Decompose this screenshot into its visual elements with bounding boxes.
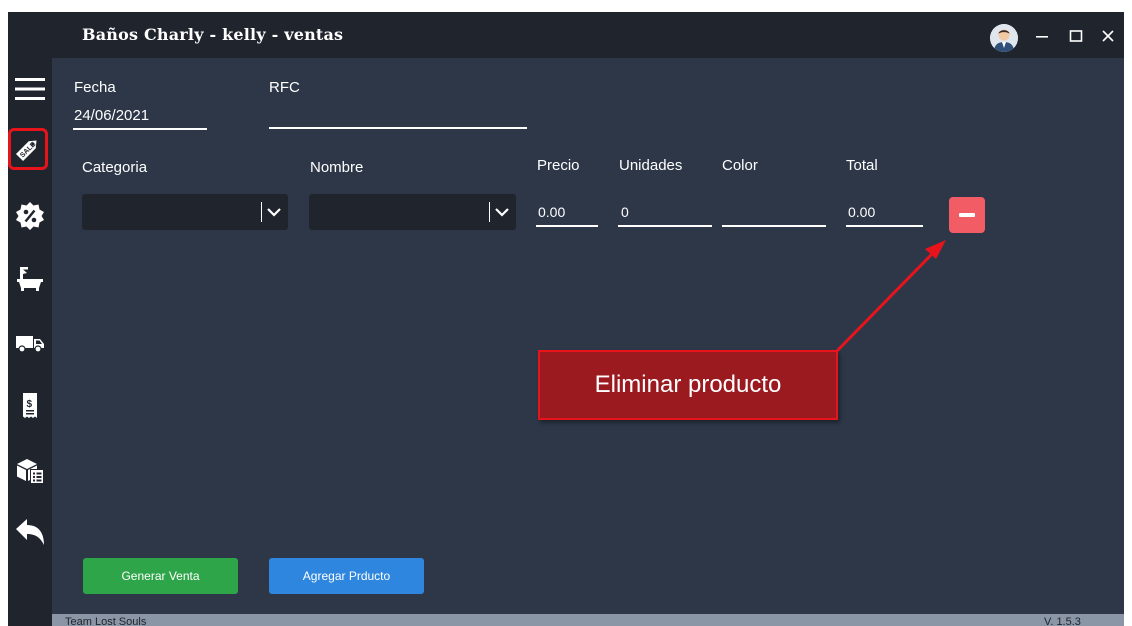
discount-icon[interactable] [12, 198, 48, 234]
remove-product-button[interactable] [949, 197, 985, 233]
dropdown-separator [261, 202, 262, 222]
bathtub-icon[interactable] [12, 260, 48, 296]
menu-icon[interactable] [12, 71, 48, 107]
annotation-callout: Eliminar producto [538, 350, 838, 420]
generar-venta-button[interactable]: Generar Venta [83, 558, 238, 594]
categoria-dropdown[interactable] [82, 194, 288, 230]
user-avatar-icon[interactable] [990, 24, 1018, 52]
app-window: Baños Charly - kelly - ventas SALE $ Fec… [8, 12, 1124, 626]
precio-label: Precio [537, 157, 580, 174]
minimize-button[interactable] [1030, 24, 1054, 48]
agregar-producto-button[interactable]: Agregar Prducto [269, 558, 424, 594]
fecha-underline [73, 128, 207, 130]
nombre-dropdown[interactable] [309, 194, 516, 230]
title-bar: Baños Charly - kelly - ventas [8, 12, 1124, 58]
chevron-down-icon [267, 208, 281, 217]
receipt-icon[interactable]: $ [12, 388, 48, 424]
dropdown-separator [489, 202, 490, 222]
fecha-field[interactable]: 24/06/2021 [74, 107, 149, 124]
nombre-label: Nombre [310, 159, 364, 176]
precio-underline [536, 225, 598, 227]
truck-icon[interactable] [12, 324, 48, 360]
team-label: Team Lost Souls [65, 616, 147, 626]
color-label: Color [722, 157, 758, 174]
sidebar: SALE $ [8, 58, 52, 626]
color-underline [722, 225, 826, 227]
unidades-underline [618, 225, 712, 227]
fecha-label: Fecha [74, 79, 116, 96]
back-arrow-icon[interactable] [12, 514, 48, 550]
inventory-icon[interactable] [12, 452, 48, 488]
total-input[interactable]: 0.00 [848, 204, 875, 220]
categoria-label: Categoria [82, 159, 148, 176]
rfc-label: RFC [269, 79, 300, 96]
close-button[interactable] [1096, 24, 1120, 48]
svg-text:$: $ [27, 399, 33, 410]
version-label: V. 1.5.3 [1044, 616, 1081, 626]
chevron-down-icon [495, 208, 509, 217]
rfc-underline [269, 127, 527, 129]
unidades-input[interactable]: 0 [621, 204, 629, 220]
maximize-button[interactable] [1064, 24, 1088, 48]
window-title: Baños Charly - kelly - ventas [82, 25, 344, 44]
minus-icon [959, 213, 975, 217]
total-underline [846, 225, 923, 227]
precio-input[interactable]: 0.00 [538, 204, 565, 220]
sale-tag-icon[interactable]: SALE [8, 128, 48, 170]
unidades-label: Unidades [619, 157, 683, 174]
total-label: Total [846, 157, 878, 174]
status-bar: Team Lost Souls V. 1.5.3 [52, 614, 1124, 626]
